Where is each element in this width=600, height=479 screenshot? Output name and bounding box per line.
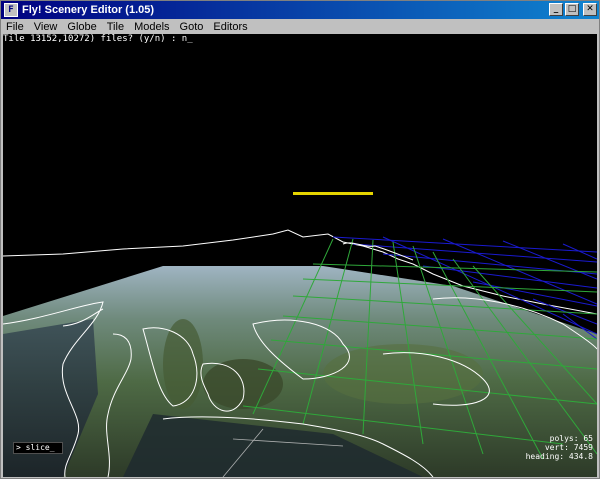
command-input[interactable]: > slice_ bbox=[13, 442, 63, 454]
stat-heading: heading: 434.8 bbox=[525, 452, 593, 461]
menu-bar: File View Globe Tile Models Goto Editors bbox=[1, 19, 599, 34]
land-patch bbox=[163, 319, 203, 409]
menu-editors[interactable]: Editors bbox=[208, 21, 252, 33]
menu-models[interactable]: Models bbox=[129, 21, 174, 33]
distant-tile bbox=[293, 192, 373, 195]
scene-stats: polys: 65 vert: 7459 heading: 434.8 bbox=[526, 434, 593, 461]
stat-vert: vert: 7459 bbox=[544, 443, 593, 452]
minimize-button[interactable]: _ bbox=[549, 3, 563, 16]
window-controls: _ □ ✕ bbox=[549, 3, 597, 16]
app-window: F Fly! Scenery Editor (1.05) _ □ ✕ File … bbox=[0, 0, 600, 479]
menu-globe[interactable]: Globe bbox=[62, 21, 101, 33]
menu-view[interactable]: View bbox=[29, 21, 63, 33]
window-title: Fly! Scenery Editor (1.05) bbox=[22, 4, 155, 16]
maximize-button[interactable]: □ bbox=[565, 3, 579, 16]
menu-tile[interactable]: Tile bbox=[102, 21, 129, 33]
app-icon[interactable]: F bbox=[4, 3, 18, 17]
menu-goto[interactable]: Goto bbox=[175, 21, 209, 33]
3d-viewport[interactable]: Tile 13152,10272) files? (y/n) : n_ > sl… bbox=[3, 34, 597, 477]
close-button[interactable]: ✕ bbox=[583, 3, 597, 16]
title-bar[interactable]: F Fly! Scenery Editor (1.05) _ □ ✕ bbox=[1, 1, 599, 19]
terrain-scene bbox=[3, 192, 597, 477]
stat-polys: polys: 65 bbox=[549, 434, 593, 443]
menu-file[interactable]: File bbox=[1, 21, 29, 33]
console-prompt: Tile 13152,10272) files? (y/n) : n_ bbox=[3, 34, 193, 44]
